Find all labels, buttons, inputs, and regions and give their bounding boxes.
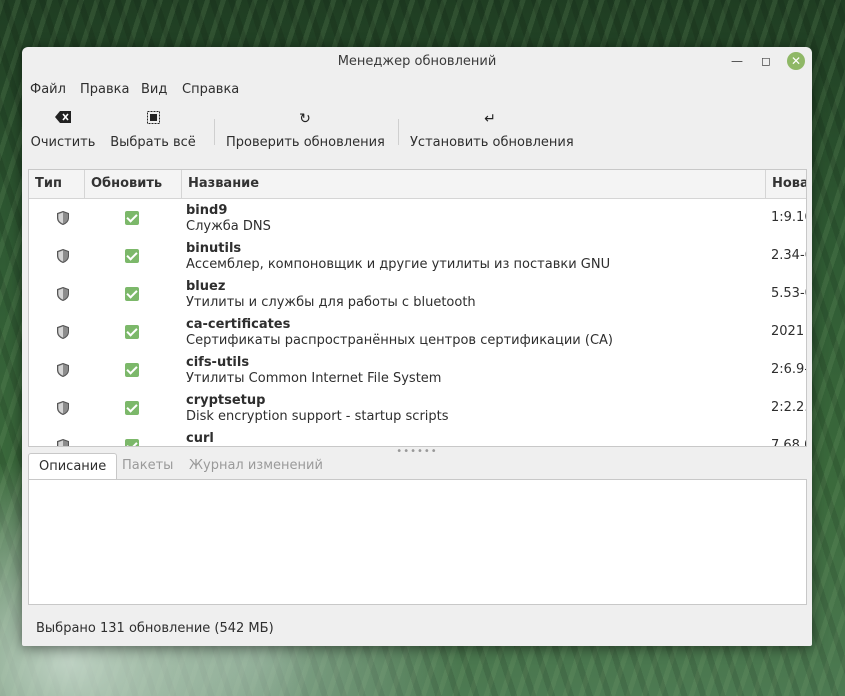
update-row[interactable]: ca-certificates Сертификаты распространё… (29, 313, 806, 351)
package-description: Ассемблер, компоновщик и другие утилиты … (186, 257, 611, 272)
upgrade-checkbox[interactable] (125, 325, 139, 339)
tab-description[interactable]: Описание (28, 453, 118, 480)
shield-icon (57, 325, 69, 339)
update-row[interactable]: curl 7.68.0 (29, 427, 806, 447)
details-tabs: Описание Пакеты Журнал изменений (28, 453, 805, 480)
package-description: Утилиты Common Internet File System (186, 371, 442, 386)
package-version: 2021 (771, 324, 805, 339)
column-new-version[interactable]: Нова (766, 170, 806, 198)
backspace-icon (30, 111, 96, 127)
install-button[interactable]: ↵ Установить обновления (410, 109, 574, 157)
package-name: bluez (186, 279, 226, 294)
shield-icon (57, 211, 69, 225)
updates-list[interactable]: Тип Обновить Название Нова bind9 Служба … (28, 169, 807, 447)
package-version: 2:6.9- (771, 362, 807, 377)
toolbar: Очистить Выбрать всё ↻ Проверить обновле… (22, 109, 812, 157)
tab-packages[interactable]: Пакеты (112, 453, 183, 479)
toolbar-separator (214, 119, 215, 145)
menu-view[interactable]: Вид (141, 82, 167, 97)
package-name: cifs-utils (186, 355, 250, 370)
package-version: 5.53-0 (771, 286, 806, 301)
toolbar-separator (398, 119, 399, 145)
refresh-label: Проверить обновления (226, 135, 385, 150)
upgrade-checkbox[interactable] (125, 249, 139, 263)
install-label: Установить обновления (410, 135, 574, 150)
shield-icon (57, 249, 69, 263)
minimize-button[interactable]: — (728, 52, 746, 70)
package-name: bind9 (186, 203, 228, 218)
menu-help[interactable]: Справка (182, 82, 239, 97)
package-version: 7.68.0 (771, 438, 806, 447)
select-all-button[interactable]: Выбрать всё (110, 109, 196, 157)
package-version: 2:2.2.2 (771, 400, 806, 415)
package-version: 2.34-6 (771, 248, 806, 263)
upgrade-checkbox[interactable] (125, 363, 139, 377)
package-description: Служба DNS (186, 219, 271, 234)
package-name: ca-certificates (186, 317, 291, 332)
column-type[interactable]: Тип (29, 170, 85, 198)
column-upgrade[interactable]: Обновить (85, 170, 182, 198)
package-name: binutils (186, 241, 242, 256)
clear-button[interactable]: Очистить (30, 109, 96, 157)
menu-edit[interactable]: Правка (80, 82, 129, 97)
upgrade-checkbox[interactable] (125, 287, 139, 301)
refresh-button[interactable]: ↻ Проверить обновления (226, 109, 385, 157)
update-manager-window: Менеджер обновлений — ◻ ✕ Файл Правка Ви… (22, 47, 812, 646)
status-bar: Выбрано 131 обновление (542 МБ) (36, 621, 274, 636)
update-row[interactable]: cifs-utils Утилиты Common Internet File … (29, 351, 807, 389)
clear-label: Очистить (30, 135, 96, 150)
description-panel (28, 479, 807, 605)
shield-icon (57, 401, 69, 415)
menu-file[interactable]: Файл (30, 82, 66, 97)
update-row[interactable]: bluez Утилиты и службы для работы с blue… (29, 275, 806, 313)
upgrade-checkbox[interactable] (125, 401, 139, 415)
shield-icon (57, 439, 69, 446)
update-row[interactable]: cryptsetup Disk encryption support - sta… (29, 389, 806, 427)
select-all-label: Выбрать всё (110, 135, 196, 150)
update-row[interactable]: bind9 Служба DNS 1:9.16 (29, 199, 806, 237)
window-title: Менеджер обновлений (337, 54, 497, 69)
list-header: Тип Обновить Название Нова (29, 170, 806, 199)
select-all-icon (110, 111, 196, 128)
refresh-icon: ↻ (299, 111, 311, 127)
package-name: curl (186, 431, 214, 446)
package-description: Сертификаты распространённых центров сер… (186, 333, 614, 348)
upgrade-checkbox[interactable] (125, 211, 139, 225)
upgrade-checkbox[interactable] (125, 439, 139, 446)
package-description: Disk encryption support - startup script… (186, 409, 449, 424)
column-name[interactable]: Название (182, 170, 766, 198)
close-button[interactable]: ✕ (787, 52, 805, 70)
package-name: cryptsetup (186, 393, 266, 408)
package-description: Утилиты и службы для работы с bluetooth (186, 295, 476, 310)
maximize-button[interactable]: ◻ (757, 52, 775, 70)
return-arrow-icon: ↵ (484, 111, 496, 127)
shield-icon (57, 287, 69, 301)
update-row[interactable]: binutils Ассемблер, компоновщик и другие… (29, 237, 806, 275)
title-bar[interactable]: Менеджер обновлений — ◻ ✕ (22, 47, 812, 76)
package-version: 1:9.16 (771, 210, 806, 225)
shield-icon (57, 363, 69, 377)
tab-changelog[interactable]: Журнал изменений (179, 453, 333, 479)
